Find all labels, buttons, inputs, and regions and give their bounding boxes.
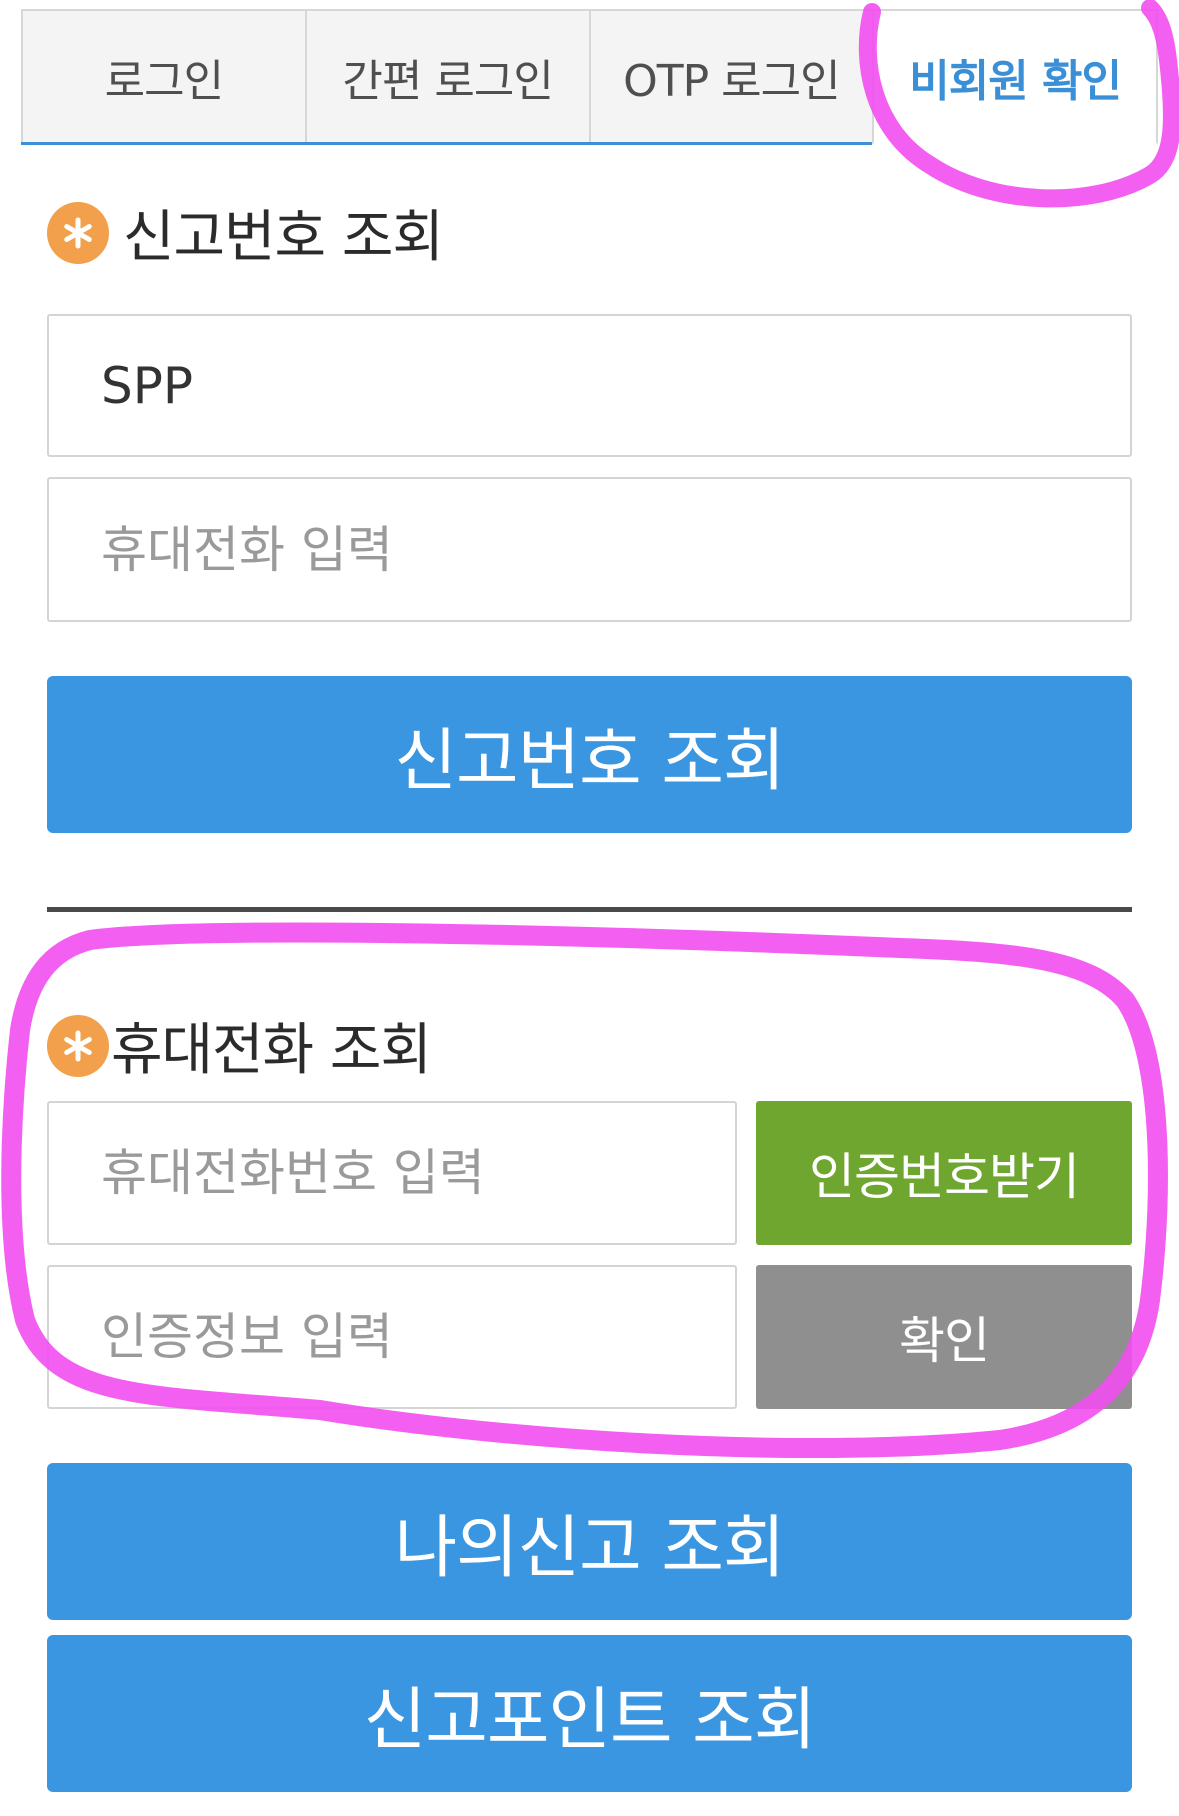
asterisk-icon [47, 1014, 109, 1077]
report-lookup-heading: 신고번호 조회 [47, 192, 444, 273]
section-divider [47, 907, 1132, 912]
phone-lookup-heading: 휴대전화 조회 [47, 1005, 432, 1086]
verification-code-input[interactable] [47, 1265, 737, 1409]
my-reports-button[interactable]: 나의신고 조회 [47, 1463, 1132, 1620]
tab-login[interactable]: 로그인 [21, 9, 307, 142]
phone-number-input[interactable] [47, 1101, 737, 1245]
tab-simple-login[interactable]: 간편 로그인 [304, 9, 591, 142]
phone-lookup-title: 휴대전화 조회 [111, 1018, 432, 1083]
asterisk-icon [47, 201, 109, 264]
request-code-button[interactable]: 인증번호받기 [756, 1101, 1132, 1245]
report-lookup-button[interactable]: 신고번호 조회 [47, 676, 1132, 833]
tab-guest-verify[interactable]: 비회원 확인 [872, 9, 1158, 145]
report-lookup-title: 신고번호 조회 [123, 205, 444, 270]
login-tab-bar: 로그인 간편 로그인 OTP 로그인 비회원 확인 [21, 9, 1158, 145]
tab-otp-login[interactable]: OTP 로그인 [588, 9, 875, 142]
report-number-input[interactable] [47, 314, 1132, 457]
report-phone-input[interactable] [47, 477, 1132, 622]
report-points-button[interactable]: 신고포인트 조회 [47, 1635, 1132, 1792]
confirm-code-button[interactable]: 확인 [756, 1265, 1132, 1409]
